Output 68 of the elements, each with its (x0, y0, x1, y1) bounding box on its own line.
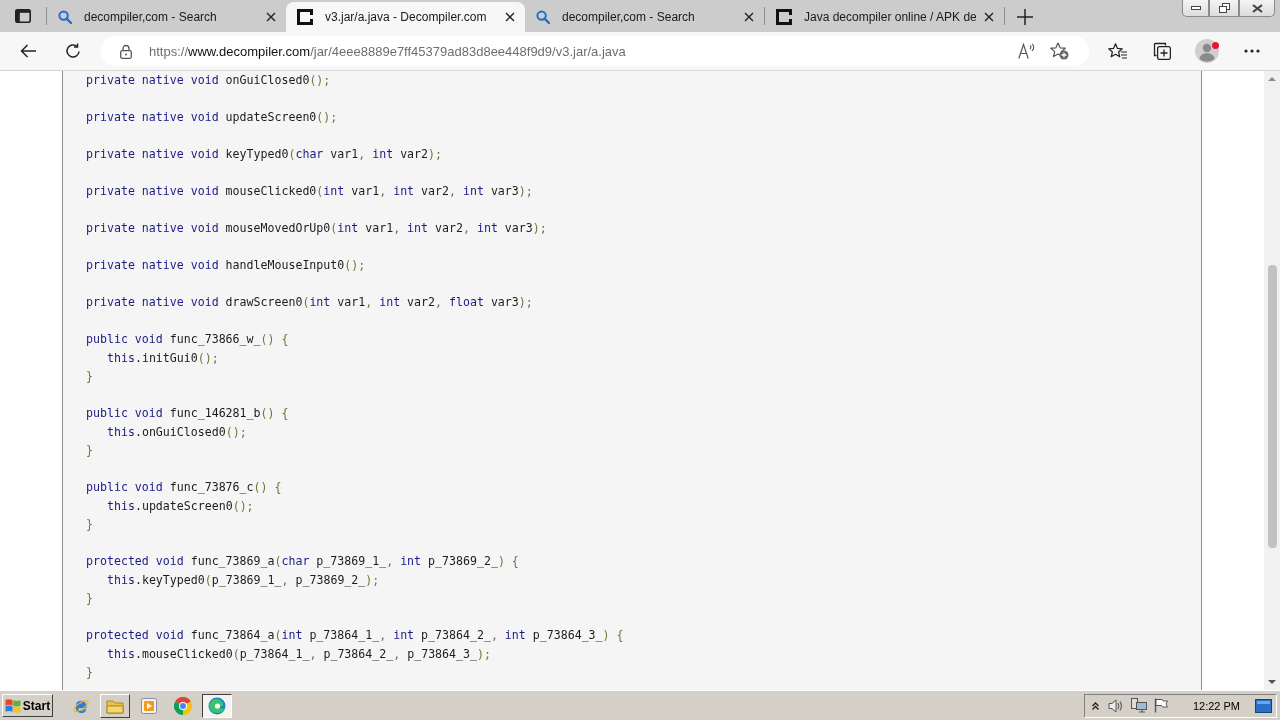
restore-button[interactable] (1209, 0, 1239, 17)
speaker-icon[interactable] (1107, 698, 1124, 713)
close-icon (505, 12, 515, 22)
code-line: public void func_146281_b() { (86, 405, 289, 422)
code-line: this.updateScreen0(); (107, 497, 254, 515)
search-icon (58, 10, 72, 24)
code-line: private native void updateScreen0(); (86, 109, 338, 126)
show-desktop-icon[interactable] (1255, 698, 1272, 713)
taskbar-app-button[interactable] (202, 693, 232, 718)
close-icon (984, 12, 994, 22)
start-flag-icon (4, 698, 21, 713)
arrow-down-icon (1268, 680, 1276, 684)
star-plus-icon (1049, 42, 1069, 60)
code-line: protected void func_73864_a(int p_73864_1_, int p_73864_2_, int p_73864_3_) { (86, 627, 624, 644)
close-icon (1251, 3, 1263, 13)
code-line: this.keyTyped0(p_73869_1_, p_73869_2_); (107, 571, 380, 589)
browser-tab[interactable]: v3.jar/a.java - Decompiler.com (286, 2, 525, 32)
search-icon (536, 10, 550, 24)
code-line: } (86, 442, 93, 459)
close-icon (266, 12, 276, 22)
code-line: private native void keyTyped0(char var1, int var2); (86, 146, 443, 163)
clock-text[interactable]: 12:22 PM (1192, 699, 1240, 712)
chevron-up-icon (1092, 701, 1100, 710)
avatar-icon (1195, 39, 1219, 63)
scrollbar-thumb[interactable] (1267, 265, 1277, 548)
play-icon (141, 697, 157, 714)
disc-logo-icon (208, 696, 226, 715)
more-icon (1244, 49, 1260, 53)
code-line: this.initGui0(); (107, 349, 219, 367)
code-line: } (86, 368, 93, 385)
network-icon[interactable] (1130, 698, 1147, 713)
star-list-icon (1107, 43, 1127, 59)
code-line: } (86, 590, 93, 607)
code-line: } (86, 664, 93, 681)
code-line: public void func_73866_w_() { (86, 331, 289, 348)
code-line: private native void mouseClicked0(int var1, int var2, int var3); (86, 183, 533, 200)
code-line: private native void onGuiClosed0(); (86, 72, 331, 89)
square-logo-icon (297, 9, 313, 25)
code-line: this.onGuiClosed0(); (107, 423, 247, 441)
flag-icon[interactable] (1153, 698, 1168, 713)
tab-actions-icon (15, 9, 31, 23)
close-icon (744, 12, 754, 22)
minimize-button[interactable] (1182, 0, 1209, 17)
code-line: public void func_73876_c() { (86, 479, 282, 496)
code-line: private native void mouseMovedOrUp0(int var1, int var2, int var3); (86, 220, 547, 237)
code-line: this.mouseClicked0(p_73864_1_, p_73864_2_, p_73864_3_); (107, 645, 491, 663)
close-window-button[interactable] (1239, 0, 1275, 17)
browser-tab[interactable]: Java decompiler online / APK de (765, 2, 1004, 32)
restore-icon (1218, 3, 1230, 13)
refresh-icon (65, 43, 81, 59)
start-button[interactable]: Start (2, 694, 53, 717)
address-bar[interactable]: https://www.decompiler.com/jar/4eee8889e7ff45379ad83d8ee448f9d9/v3.jar/a.java (101, 36, 1089, 66)
folder-icon (106, 697, 124, 714)
browser-tab[interactable]: decompiler,com - Search (47, 2, 286, 32)
read-aloud-icon (1018, 43, 1036, 59)
round-logo-icon (174, 696, 192, 715)
back-icon (20, 44, 36, 58)
minimize-icon (1190, 6, 1201, 10)
browser-tab[interactable]: decompiler,com - Search (525, 2, 764, 32)
code-line: private native void drawScreen0(int var1, int var2, float var3); (86, 294, 533, 311)
square-logo-icon (776, 9, 792, 25)
plus-icon (1017, 9, 1033, 25)
arrow-up-icon (1268, 77, 1276, 81)
code-line: protected void func_73869_a(char p_73869_1_, int p_73869_2_) { (86, 553, 519, 570)
collections-icon (1153, 42, 1171, 60)
code-line: } (86, 516, 93, 533)
lock-icon (120, 43, 132, 59)
code-line: private native void handleMouseInput0(); (86, 257, 366, 274)
